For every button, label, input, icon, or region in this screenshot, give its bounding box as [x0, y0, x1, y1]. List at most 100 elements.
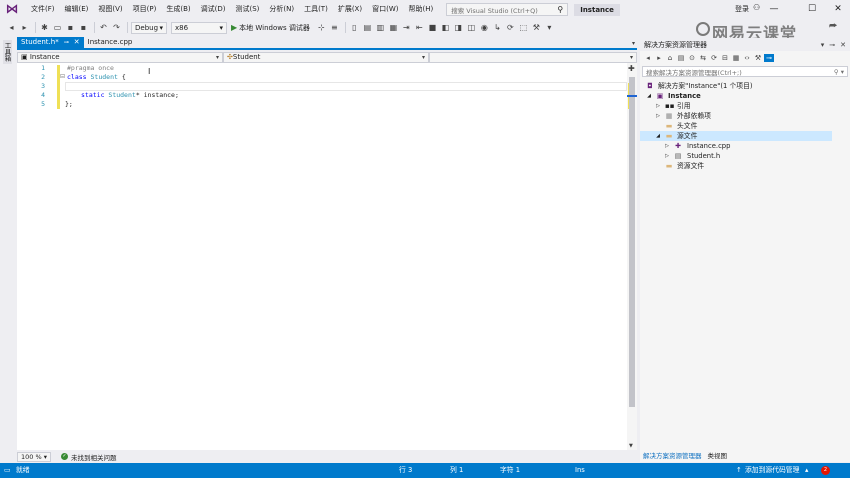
quick-launch-search[interactable]: 搜索 Visual Studio (Ctrl+Q) ⚲	[446, 3, 569, 16]
collapse-all-icon[interactable]: ⊟	[720, 54, 730, 62]
close-tab-icon[interactable]: ✕	[74, 37, 80, 48]
hot-reload-icon[interactable]: ≡	[329, 22, 340, 33]
menu-extensions[interactable]: 扩展(X)	[333, 0, 367, 19]
back-icon[interactable]: ◂	[643, 54, 653, 62]
toolbar-overflow-icon[interactable]: ▾	[544, 22, 555, 33]
tree-item-solution[interactable]: ◘ 解决方案"Instance"(1 个项目)	[640, 81, 832, 91]
collapsed-arrow-icon[interactable]: ▷	[655, 101, 661, 111]
close-button[interactable]: ✕	[830, 2, 846, 16]
tree-item-project[interactable]: ◢ ▣ Instance	[640, 91, 832, 101]
panel-menu-icon[interactable]: ▾	[821, 41, 825, 49]
tree-item-external-deps[interactable]: ▷ ▦ 外部依赖项	[640, 111, 832, 121]
stop-icon[interactable]: ⬚	[518, 22, 529, 33]
menu-view[interactable]: 视图(V)	[93, 0, 127, 19]
save-icon[interactable]: ▪	[65, 22, 76, 33]
step-icon[interactable]: ↳	[492, 22, 503, 33]
notification-badge[interactable]: 2	[821, 466, 830, 475]
uncomment-icon[interactable]: ▦	[388, 22, 399, 33]
sync-icon[interactable]: ⇆	[698, 54, 708, 62]
menu-edit[interactable]: 编辑(E)	[60, 0, 94, 19]
pending-changes-icon[interactable]: ⊙	[687, 54, 697, 62]
find-icon[interactable]: ▯	[349, 22, 360, 33]
tree-item-resource-files[interactable]: ▬ 资源文件	[640, 161, 832, 171]
start-debugging-icon[interactable]: ▶	[231, 23, 237, 32]
next-bookmark-icon[interactable]: ◨	[453, 22, 464, 33]
view-code-icon[interactable]: ‹›	[742, 54, 752, 62]
tree-item-student-h[interactable]: ▷ ▤ Student.h	[640, 151, 832, 161]
bookmark-icon[interactable]: ▤	[362, 22, 373, 33]
menu-help[interactable]: 帮助(H)	[403, 0, 438, 19]
menu-debug[interactable]: 调试(D)	[196, 0, 231, 19]
tree-item-instance-cpp[interactable]: ▷ ✚ Instance.cpp	[640, 141, 832, 151]
breakpoint-icon[interactable]: ◉	[479, 22, 490, 33]
solution-config-select[interactable]: Debug ▾	[131, 21, 167, 34]
collapsed-arrow-icon[interactable]: ▷	[664, 151, 670, 161]
refresh-icon[interactable]: ⟳	[709, 54, 719, 62]
expanded-arrow-icon[interactable]: ◢	[646, 91, 652, 101]
menu-analyze[interactable]: 分析(N)	[264, 0, 299, 19]
collapsed-arrow-icon[interactable]: ▷	[664, 141, 670, 151]
issues-status[interactable]: 未找到相关问题	[71, 452, 117, 462]
open-file-icon[interactable]: ▭	[52, 22, 63, 33]
switch-views-icon[interactable]: ▤	[676, 54, 686, 62]
minimize-button[interactable]: —	[766, 2, 782, 16]
live-share-icon[interactable]: ⮫	[829, 22, 837, 32]
outdent-icon[interactable]: ⇤	[414, 22, 425, 33]
solution-explorer-search[interactable]: 搜索解决方案资源管理器(Ctrl+;) ⚲ ▾	[642, 66, 848, 77]
properties-icon[interactable]: ⚒	[753, 54, 763, 62]
solution-explorer-scrollbar[interactable]	[832, 80, 842, 448]
expanded-arrow-icon[interactable]: ◢	[655, 131, 661, 141]
tab-overflow-icon[interactable]: ▾	[632, 40, 635, 47]
indent-icon[interactable]: ⇥	[401, 22, 412, 33]
scrollbar-thumb[interactable]	[629, 77, 635, 407]
scroll-down-icon[interactable]: ▼	[629, 443, 633, 449]
new-project-icon[interactable]: ✱	[39, 22, 50, 33]
pin-icon[interactable]: ⊸	[829, 41, 835, 49]
menu-window[interactable]: 窗口(W)	[367, 0, 403, 19]
back-icon[interactable]: ◂	[6, 22, 17, 33]
show-all-files-icon[interactable]: ▦	[731, 54, 741, 62]
save-all-icon[interactable]: ▪	[78, 22, 89, 33]
menu-tools[interactable]: 工具(T)	[299, 0, 333, 19]
tab-student-h[interactable]: Student.h* ⊸ ✕	[17, 37, 84, 48]
home-icon[interactable]: ⌂	[665, 54, 675, 62]
collapsed-arrow-icon[interactable]: ▷	[655, 111, 661, 121]
member-dropdown[interactable]: ▾	[429, 51, 637, 63]
maximize-button[interactable]: ☐	[804, 2, 820, 16]
close-icon[interactable]: ✕	[840, 41, 846, 49]
refresh-icon[interactable]: ⟳	[505, 22, 516, 33]
scope-dropdown[interactable]: ✣Student ▾	[223, 51, 429, 63]
redo-icon[interactable]: ↷	[111, 22, 122, 33]
tree-item-source-files[interactable]: ◢ ▬ 源文件	[640, 131, 832, 141]
code-editor[interactable]: ⊟ 1 #pragma once 2 class Student { 3 4 s…	[17, 63, 627, 450]
attach-icon[interactable]: ⊹	[316, 22, 327, 33]
comment-icon[interactable]: ▥	[375, 22, 386, 33]
bookmark-toggle-icon[interactable]: ■	[427, 22, 438, 33]
menu-project[interactable]: 项目(P)	[128, 0, 162, 19]
zoom-select[interactable]: 100 % ▾	[17, 451, 51, 462]
editor-vertical-scrollbar[interactable]: ✚ ▼	[627, 63, 637, 450]
login-link[interactable]: 登录	[735, 4, 749, 14]
menu-file[interactable]: 文件(F)	[26, 0, 60, 19]
user-icon[interactable]: ⚇	[753, 3, 760, 12]
forward-icon[interactable]: ▸	[19, 22, 30, 33]
pin-icon[interactable]: ⊸	[64, 37, 69, 48]
menu-test[interactable]: 测试(S)	[230, 0, 264, 19]
project-dropdown[interactable]: ▣ Instance ▾	[17, 51, 223, 63]
add-to-source-control-button[interactable]: 添加到源代码管理	[745, 463, 799, 478]
clear-bookmarks-icon[interactable]: ◫	[466, 22, 477, 33]
prev-bookmark-icon[interactable]: ◧	[440, 22, 451, 33]
solution-platform-select[interactable]: x86 ▾	[171, 21, 227, 34]
preview-selected-icon[interactable]: ⊸	[764, 54, 774, 62]
tree-item-header-files[interactable]: ▬ 头文件	[640, 121, 832, 131]
tab-solution-explorer[interactable]: 解决方案资源管理器	[640, 451, 705, 462]
undo-icon[interactable]: ↶	[98, 22, 109, 33]
tree-item-references[interactable]: ▷ ▪▪ 引用	[640, 101, 832, 111]
split-editor-icon[interactable]: ✚	[628, 64, 635, 73]
menu-build[interactable]: 生成(B)	[161, 0, 195, 19]
start-debugging-button[interactable]: 本地 Windows 调试器	[239, 23, 310, 33]
wrench-icon[interactable]: ⚒	[531, 22, 542, 33]
tab-instance-cpp[interactable]: Instance.cpp	[84, 37, 137, 48]
toolbox-tab[interactable]: 工具箱	[3, 40, 12, 64]
forward-icon[interactable]: ▸	[654, 54, 664, 62]
